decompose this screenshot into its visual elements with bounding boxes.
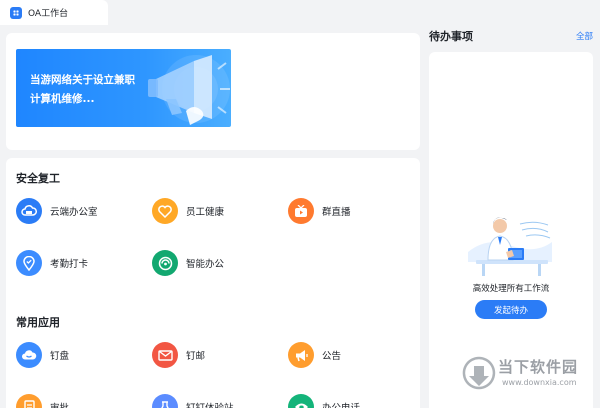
app-attendance[interactable]: 考勤打卡 bbox=[16, 250, 88, 276]
grid-icon bbox=[10, 6, 22, 19]
app-group-live[interactable]: 群直播 bbox=[288, 198, 351, 224]
app-label: 钉钉体验站 bbox=[186, 400, 234, 408]
app-approval[interactable]: 审批 bbox=[16, 394, 69, 408]
app-label: 钉盘 bbox=[50, 351, 70, 362]
app-label: 云端办公室 bbox=[50, 207, 98, 218]
tab-label: OA工作台 bbox=[28, 9, 69, 19]
smart-office-icon bbox=[152, 250, 178, 276]
announcement-banner[interactable]: 当游网络关于设立兼职计算机维修... bbox=[16, 49, 231, 127]
watermark-text: 当下软件园 bbox=[498, 358, 579, 376]
create-todo-button[interactable]: 发起待办 bbox=[475, 300, 547, 319]
section-title-safety: 安全复工 bbox=[16, 172, 60, 185]
todo-all-link[interactable]: 全部 bbox=[576, 30, 593, 42]
heart-icon bbox=[152, 198, 178, 224]
cloud-disk-icon bbox=[16, 342, 42, 368]
app-label: 办公电话 bbox=[322, 400, 360, 408]
phone-icon bbox=[288, 394, 314, 408]
app-label: 公告 bbox=[322, 351, 342, 362]
app-office-phone[interactable]: 办公电话 bbox=[288, 394, 360, 408]
app-announcement[interactable]: 公告 bbox=[288, 342, 341, 368]
announcement-icon bbox=[288, 342, 314, 368]
todo-card: 高效处理所有工作流 发起待办 bbox=[429, 52, 593, 408]
app-cloud-office[interactable]: 云端办公室 bbox=[16, 198, 98, 224]
todo-title: 待办事项 bbox=[429, 30, 473, 43]
app-ding-mail[interactable]: 钉邮 bbox=[152, 342, 205, 368]
app-employee-health[interactable]: 员工健康 bbox=[152, 198, 224, 224]
download-logo-icon bbox=[462, 356, 496, 390]
experience-icon bbox=[152, 394, 178, 408]
banner-text: 当游网络关于设立兼职计算机维修... bbox=[30, 74, 135, 105]
section-title-common: 常用应用 bbox=[16, 316, 60, 329]
app-label: 群直播 bbox=[322, 207, 351, 218]
megaphone-icon bbox=[148, 55, 230, 125]
tab-oa-workbench[interactable]: OA工作台 bbox=[0, 0, 108, 25]
banner-card: 当游网络关于设立兼职计算机维修... bbox=[6, 33, 420, 150]
app-ding-disk[interactable]: 钉盘 bbox=[16, 342, 69, 368]
cloud-office-icon bbox=[16, 198, 42, 224]
live-tv-icon bbox=[288, 198, 314, 224]
app-experience-station[interactable]: 钉钉体验站 bbox=[152, 394, 234, 408]
mail-icon bbox=[152, 342, 178, 368]
approval-icon bbox=[16, 394, 42, 408]
todo-description: 高效处理所有工作流 bbox=[472, 284, 550, 294]
tab-bar: OA工作台 bbox=[0, 0, 600, 25]
person-at-desk-illustration bbox=[468, 217, 552, 276]
app-label: 员工健康 bbox=[186, 207, 225, 218]
app-label: 考勤打卡 bbox=[50, 259, 89, 270]
app-label: 钉邮 bbox=[186, 351, 206, 362]
app-label: 审批 bbox=[50, 400, 69, 408]
apps-card: 安全复工 云端办公室 员工健康 群直播 考勤打卡 智能办公 常用应用 钉盘 钉邮… bbox=[6, 158, 420, 408]
watermark: 当下软件园 www.downxia.com bbox=[462, 356, 592, 394]
watermark-url: www.downxia.com bbox=[502, 378, 577, 387]
app-label: 智能办公 bbox=[186, 259, 225, 270]
location-pin-icon bbox=[16, 250, 42, 276]
app-smart-office[interactable]: 智能办公 bbox=[152, 250, 224, 276]
